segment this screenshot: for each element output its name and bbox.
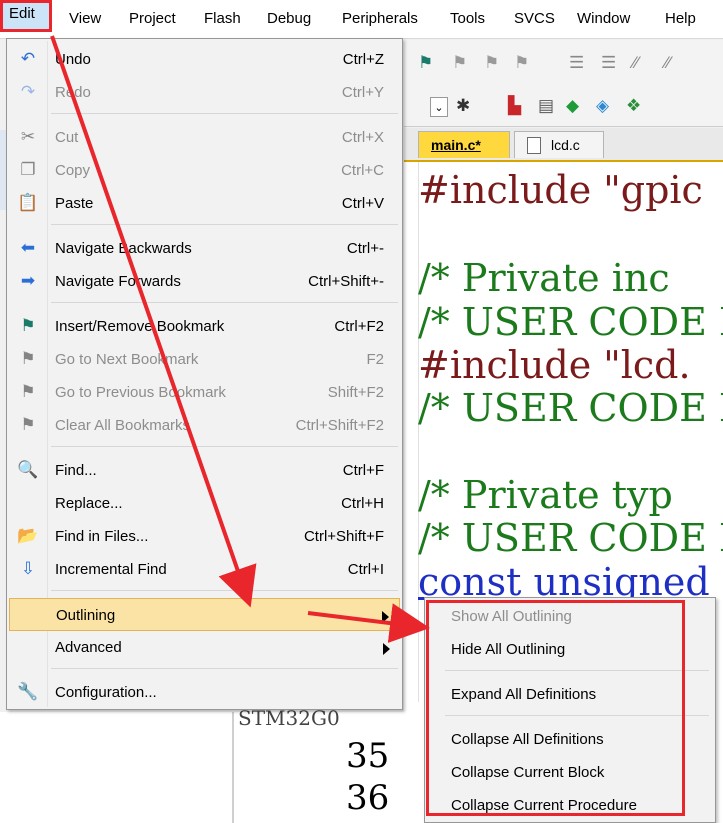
annotation-arrow xyxy=(50,35,257,608)
annotation-arrows xyxy=(50,35,430,643)
annotation-arrow xyxy=(307,603,430,643)
